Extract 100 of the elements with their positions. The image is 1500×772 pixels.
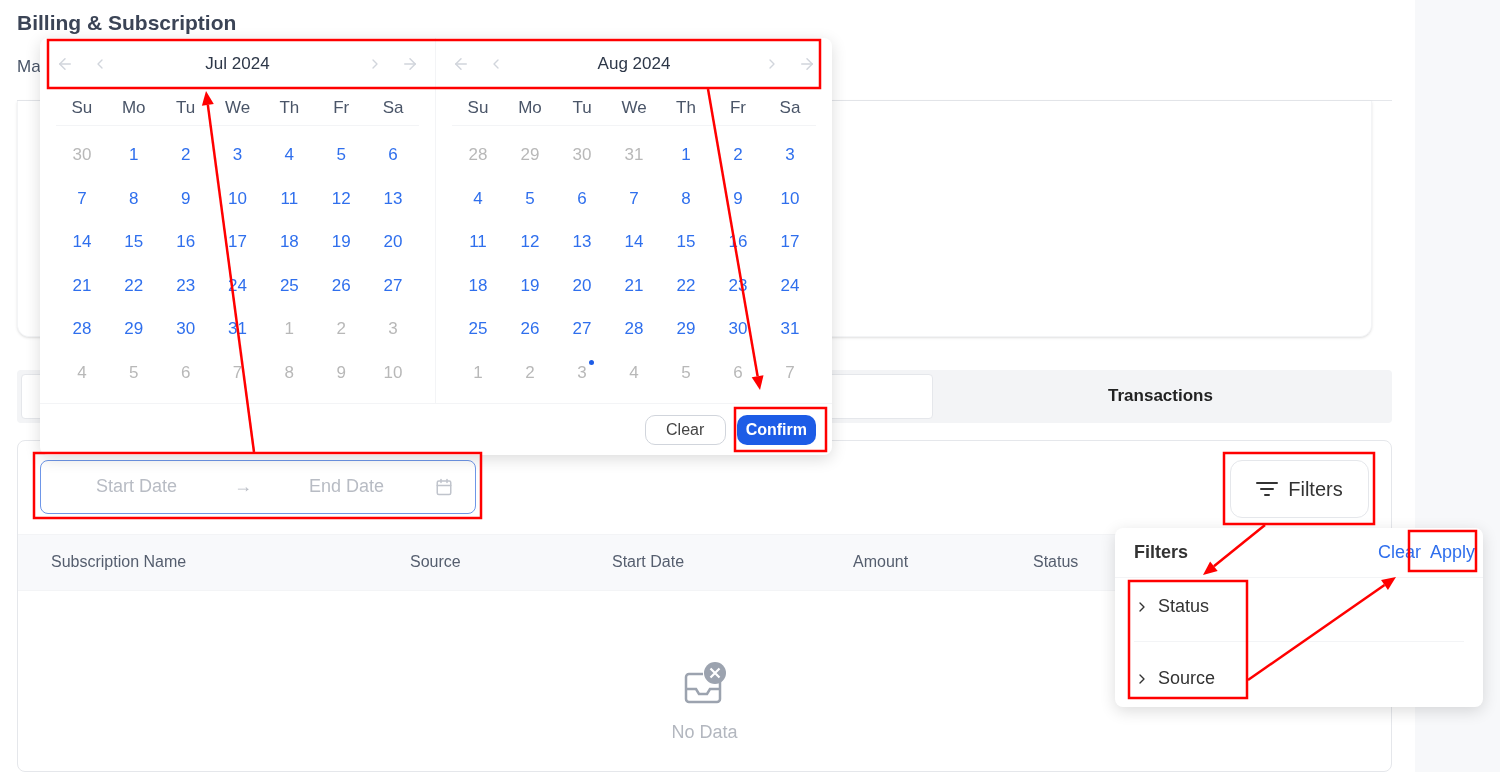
weekday-label: Fr (728, 96, 747, 119)
filter-section[interactable]: Source (1134, 665, 1216, 692)
date-cell[interactable]: 24 (773, 272, 807, 299)
weekday-label: Tu (571, 96, 593, 119)
date-cell[interactable]: 26 (324, 272, 358, 299)
weekday-label: We (620, 96, 648, 119)
date-cell[interactable]: 1 (674, 142, 698, 168)
page-title: Billing & Subscription (17, 10, 237, 36)
month-title[interactable]: Jul 2024 (126, 51, 349, 77)
date-cell[interactable]: 18 (272, 229, 306, 255)
date-cell[interactable]: 17 (221, 229, 254, 255)
date-cell[interactable]: 4 (277, 142, 302, 168)
date-cell[interactable]: 5 (518, 185, 542, 212)
date-cell[interactable]: 13 (565, 229, 599, 255)
date-cell[interactable]: 5 (329, 142, 353, 168)
date-cell[interactable]: 17 (773, 229, 807, 255)
date-cell[interactable]: 12 (513, 229, 547, 255)
weekday-label: Mo (517, 96, 543, 119)
page-subtitle: Ma (17, 56, 41, 78)
tab[interactable]: Transactions (933, 373, 1388, 419)
arrow-separator: → (234, 475, 253, 498)
date-cell[interactable]: 20 (376, 229, 410, 255)
date-cell[interactable]: 22 (669, 272, 703, 299)
date-cell[interactable]: 10 (773, 185, 807, 212)
date-cell[interactable]: 4 (466, 185, 490, 212)
date-cell[interactable]: 27 (565, 316, 599, 342)
filter-icon (1256, 480, 1279, 497)
date-cell[interactable]: 6 (381, 142, 405, 168)
no-data-text: No Data (671, 720, 738, 744)
date-cell[interactable]: 15 (669, 229, 703, 255)
column-header: Amount (853, 553, 909, 570)
weekday-label: Sa (778, 96, 802, 119)
weekday-label: Sa (381, 96, 405, 119)
date-cell[interactable]: 2 (173, 142, 198, 168)
date-cell[interactable]: 13 (376, 185, 410, 212)
date-cell[interactable]: 8 (122, 185, 146, 212)
date-cell[interactable]: 28 (65, 316, 99, 342)
date-cell[interactable]: 9 (173, 185, 198, 212)
date-cell[interactable]: 6 (570, 185, 594, 212)
date-cell[interactable]: 20 (565, 272, 599, 299)
date-cell[interactable]: 3 (778, 142, 802, 168)
next-year-icon[interactable] (798, 55, 816, 73)
date-cell[interactable]: 7 (622, 185, 646, 212)
filter-section[interactable]: Status (1134, 593, 1210, 620)
apply-link[interactable]: Apply (1429, 539, 1475, 566)
weekday-label: Th (278, 96, 301, 119)
date-cell[interactable]: 21 (65, 272, 99, 299)
date-cell[interactable]: 23 (169, 272, 203, 299)
date-cell[interactable]: 30 (169, 316, 203, 342)
start-date-placeholder: Start Date (96, 475, 178, 498)
date-cell[interactable]: 11 (273, 185, 306, 212)
date-cell[interactable]: 25 (461, 316, 495, 342)
date-cell[interactable]: 27 (376, 272, 410, 299)
previous-year-icon[interactable] (56, 55, 74, 73)
annotation-arrow (1203, 524, 1266, 575)
month-title[interactable]: Aug 2024 (522, 51, 746, 77)
date-cell[interactable]: 11 (462, 229, 494, 255)
date-cell[interactable]: 29 (117, 316, 151, 342)
column-header: Status (1033, 553, 1079, 570)
weekday-label: We (223, 96, 252, 119)
date-cell[interactable]: 31 (773, 316, 807, 342)
date-cell[interactable]: 14 (617, 229, 651, 255)
weekday-label: Th (675, 96, 697, 119)
date-cell[interactable]: 14 (65, 229, 99, 255)
date-cell[interactable]: 29 (669, 316, 703, 342)
date-cell[interactable]: 21 (617, 272, 651, 299)
date-cell[interactable]: 12 (324, 185, 358, 212)
previous-year-icon[interactable] (452, 55, 470, 73)
weekday-label: Mo (120, 96, 147, 119)
date-cell[interactable]: 9 (726, 185, 750, 212)
date-cell[interactable]: 1 (122, 142, 146, 168)
date-cell[interactable]: 26 (513, 316, 547, 342)
date-cell[interactable]: 7 (70, 185, 94, 212)
date-cell[interactable]: 2 (726, 142, 750, 168)
weekday-label: Fr (332, 96, 351, 119)
date-cell[interactable]: 22 (117, 272, 151, 299)
date-cell[interactable]: 10 (221, 185, 254, 212)
confirm-button[interactable]: Confirm (736, 414, 816, 445)
column-header: Start Date (612, 553, 685, 570)
date-cell[interactable]: 30 (721, 316, 755, 342)
column-header: Subscription Name (51, 553, 187, 570)
weekday-label: Su (466, 96, 490, 119)
date-cell[interactable]: 3 (225, 142, 250, 168)
weekday-label: Tu (175, 96, 197, 119)
date-cell[interactable]: 25 (272, 272, 306, 299)
date-cell[interactable]: 28 (617, 316, 651, 342)
date-cell[interactable]: 15 (117, 229, 151, 255)
filters-button[interactable]: Filters (1230, 459, 1369, 518)
date-cell[interactable]: 19 (324, 229, 358, 255)
date-cell[interactable]: 16 (169, 229, 203, 255)
end-date-placeholder: End Date (309, 475, 385, 498)
weekday-label: Su (70, 96, 94, 119)
column-header: Source (410, 553, 461, 570)
date-cell[interactable]: 8 (674, 185, 698, 212)
next-year-icon[interactable] (401, 55, 419, 73)
date-cell[interactable]: 18 (461, 272, 495, 299)
calendar-icon (435, 477, 453, 496)
date-cell[interactable]: 19 (513, 272, 547, 299)
clear-button[interactable]: Clear (644, 414, 726, 445)
filter-menu-title: Filters (1134, 541, 1189, 564)
